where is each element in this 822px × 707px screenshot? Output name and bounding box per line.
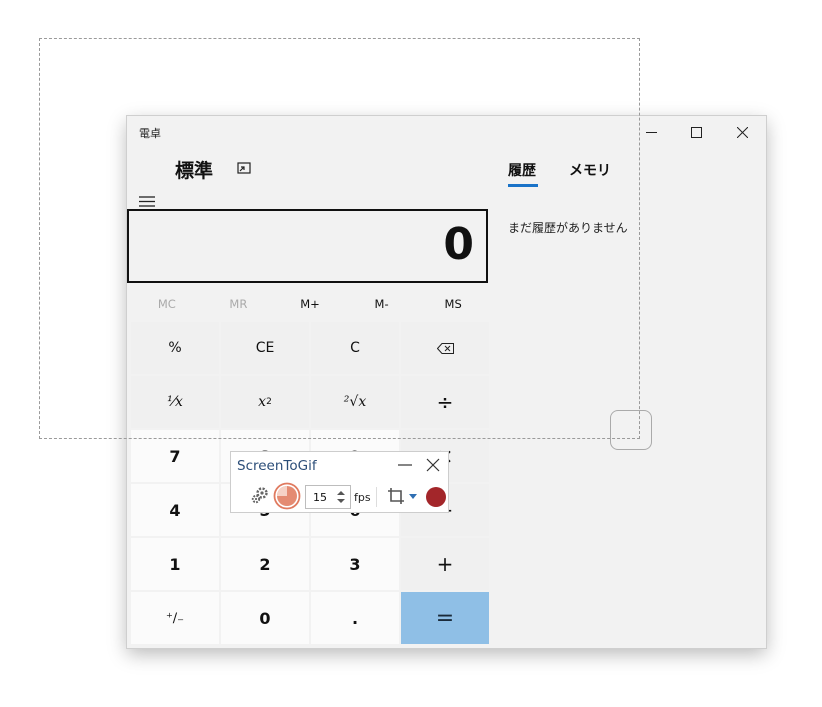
recorder-minimize-button[interactable] xyxy=(396,456,414,474)
crop-icon[interactable] xyxy=(387,487,405,505)
minimize-icon xyxy=(398,464,412,466)
minimize-icon xyxy=(645,131,657,133)
stepper-arrows-icon[interactable] xyxy=(335,488,347,506)
three-button[interactable]: 3 xyxy=(311,538,399,590)
percent-button[interactable]: % xyxy=(131,322,219,374)
gear-icon[interactable] xyxy=(250,485,270,505)
menu-button[interactable] xyxy=(137,194,157,208)
square-label: x xyxy=(258,394,267,410)
screentogif-title: ScreenToGif xyxy=(237,458,317,474)
two-button[interactable]: 2 xyxy=(221,538,309,590)
fps-label: fps xyxy=(354,491,371,504)
toolbar-divider xyxy=(376,487,377,507)
close-icon xyxy=(736,126,748,138)
plus-button[interactable]: + xyxy=(401,538,489,590)
chevron-down-icon[interactable] xyxy=(409,494,417,500)
minimize-button[interactable] xyxy=(628,116,674,148)
decimal-button[interactable]: . xyxy=(311,592,399,644)
calculator-window: 電卓 標準 0 MC MR M+ M- MS % CE C ⅟x x 2 ²√x… xyxy=(127,116,766,648)
negate-button[interactable]: ⁺∕₋ xyxy=(131,592,219,644)
tab-history[interactable]: 履歴 xyxy=(508,160,536,180)
recording-area-handle[interactable] xyxy=(610,410,652,450)
fps-value: 15 xyxy=(313,491,327,504)
memory-store-button[interactable]: MS xyxy=(417,293,489,315)
tab-memory[interactable]: メモリ xyxy=(569,160,611,180)
mode-title: 標準 xyxy=(175,160,214,182)
clear-button[interactable]: C xyxy=(311,322,399,374)
square-exponent: 2 xyxy=(266,397,272,407)
zero-button[interactable]: 0 xyxy=(221,592,309,644)
screentogif-recorder: ScreenToGif 15 fps xyxy=(230,451,449,513)
record-button[interactable] xyxy=(426,487,446,507)
reciprocal-label: ⅟x xyxy=(167,394,183,410)
backspace-icon xyxy=(436,342,454,354)
keep-on-top-button[interactable] xyxy=(235,160,253,178)
memory-recall-button[interactable]: MR xyxy=(203,293,275,315)
tab-active-indicator xyxy=(508,184,538,187)
keep-on-top-icon xyxy=(237,162,251,174)
square-root-label: ²√x xyxy=(343,394,367,410)
title-bar[interactable]: 電卓 xyxy=(127,116,766,148)
recorder-close-button[interactable] xyxy=(424,456,442,474)
seven-button[interactable]: 7 xyxy=(131,430,219,482)
memory-clear-button[interactable]: MC xyxy=(131,293,203,315)
clear-entry-button[interactable]: CE xyxy=(221,322,309,374)
history-empty-message: まだ履歴がありません xyxy=(508,221,628,235)
memory-add-button[interactable]: M+ xyxy=(274,293,346,315)
fps-stepper[interactable]: 15 xyxy=(305,485,351,509)
four-button[interactable]: 4 xyxy=(131,484,219,536)
square-button[interactable]: x2 xyxy=(221,376,309,428)
one-button[interactable]: 1 xyxy=(131,538,219,590)
divide-button[interactable]: ÷ xyxy=(401,376,489,428)
maximize-button[interactable] xyxy=(673,116,719,148)
result-display: 0 xyxy=(127,209,488,283)
maximize-icon xyxy=(690,126,702,138)
reciprocal-button[interactable]: ⅟x xyxy=(131,376,219,428)
backspace-button[interactable] xyxy=(401,322,489,374)
window-title: 電卓 xyxy=(139,127,161,140)
memory-subtract-button[interactable]: M- xyxy=(346,293,418,315)
close-icon xyxy=(426,458,440,472)
square-root-button[interactable]: ²√x xyxy=(311,376,399,428)
display-value: 0 xyxy=(443,219,474,270)
hamburger-icon xyxy=(139,195,155,207)
memory-row: MC MR M+ M- MS xyxy=(131,293,489,315)
frame-counter-icon[interactable] xyxy=(273,482,301,510)
close-button[interactable] xyxy=(719,116,765,148)
equals-button[interactable]: = xyxy=(401,592,489,644)
